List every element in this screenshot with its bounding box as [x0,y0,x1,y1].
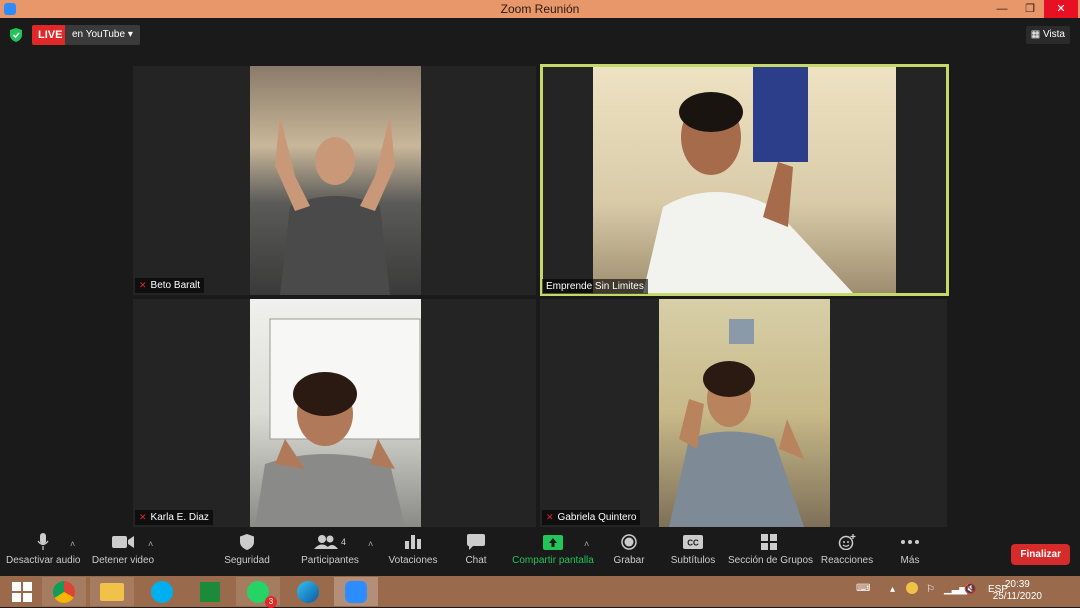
breakout-rooms-button[interactable]: Sección de Grupos [728,529,814,576]
edge-icon[interactable] [286,577,330,606]
tray-expand-icon[interactable]: ▴ [890,584,895,595]
record-label: Grabar [613,555,645,566]
participant-name: Emprende Sin Limites [546,281,644,292]
share-screen-label: Compartir pantalla [512,555,594,566]
participant-name-tag: ✕ Gabriela Quintero [542,510,641,525]
share-options-caret-icon[interactable]: ˄ [584,539,589,549]
closed-captions-icon: CC [666,529,720,555]
breakout-grid-icon [728,529,810,555]
video-options-caret-icon[interactable]: ˄ [148,539,153,549]
participant-name-tag: ✕ Beto Baralt [135,278,205,293]
skype-icon[interactable] [140,577,184,606]
stream-target-label: en YouTube [72,29,126,40]
chat-bubble-icon [456,529,496,555]
minimize-button[interactable]: — [988,0,1016,18]
participant-name-tag: ✕ Karla E. Diaz [135,510,213,525]
meeting-toolbar: Desactivar audio ˄ Detener video ˄ Segur… [0,529,1080,576]
participant-video [250,299,421,527]
store-icon[interactable] [188,577,232,606]
participant-name-tag: Emprende Sin Limites [542,279,648,294]
bar-chart-icon [386,529,440,555]
more-label: Más [900,555,920,566]
more-dots-icon [892,529,928,555]
share-screen-icon [512,529,594,555]
breakout-rooms-label: Sección de Grupos [728,555,814,566]
reactions-label: Reacciones [820,555,874,566]
mute-audio-button[interactable]: Desactivar audio [6,529,80,576]
participants-button[interactable]: 4 Participantes [300,529,360,576]
participants-icon: 4 [300,529,360,555]
meeting-topbar: LIVE en YouTube ▾ ▦ Vista [0,18,1080,52]
window-titlebar: Zoom Reunión — ❐ ✕ [0,0,1080,18]
security-label: Seguridad [224,555,270,566]
audio-options-caret-icon[interactable]: ˄ [70,539,75,549]
security-shield-icon[interactable] [10,28,22,42]
video-tile-gabriela-quintero[interactable]: ✕ Gabriela Quintero [540,299,947,527]
close-button[interactable]: ✕ [1044,0,1078,18]
clock-date: 25/11/2020 [992,591,1042,602]
whatsapp-icon[interactable]: 3 [236,577,280,608]
keyboard-icon[interactable]: ⌨ [856,583,870,594]
windows-start-icon[interactable] [0,577,44,606]
grid-icon: ▦ [1030,29,1043,40]
window-title: Zoom Reunión [500,2,580,16]
participant-name: Karla E. Diaz [150,512,209,523]
volume-muted-icon[interactable]: 🔇 [964,584,976,595]
video-camera-icon [90,529,156,555]
participant-name: Gabriela Quintero [557,512,637,523]
subtitles-label: Subtítulos [670,555,716,566]
subtitles-button[interactable]: CC Subtítulos [666,529,720,576]
polls-button[interactable]: Votaciones [386,529,440,576]
chevron-down-icon: ▾ [127,29,133,40]
participant-name: Beto Baralt [150,280,201,291]
video-tile-emprende-sin-limites[interactable]: Emprende Sin Limites [540,64,949,296]
record-button[interactable]: Grabar [610,529,648,576]
more-button[interactable]: Más [892,529,928,576]
participant-video [659,299,830,527]
file-explorer-icon[interactable] [90,577,134,606]
polls-label: Votaciones [388,555,438,566]
restore-button[interactable]: ❐ [1016,0,1044,18]
participants-options-caret-icon[interactable]: ˄ [368,539,373,549]
participant-video [593,67,896,293]
view-button[interactable]: ▦ Vista [1025,26,1070,44]
tray-app-icon[interactable] [906,582,918,597]
participants-label: Participantes [301,555,359,566]
reactions-button[interactable]: Reacciones [820,529,874,576]
participants-count: 4 [340,537,346,547]
video-tile-karla-e-diaz[interactable]: ✕ Karla E. Diaz [133,299,536,527]
stop-video-label: Detener video [91,555,155,566]
stop-video-button[interactable]: Detener video [90,529,156,576]
chat-label: Chat [465,555,487,566]
clock-time: 20:39 [1004,579,1030,590]
chat-button[interactable]: Chat [456,529,496,576]
view-label: Vista [1042,29,1065,40]
taskbar-clock[interactable]: 20:39 25/11/2020 [993,579,1042,603]
participant-video [250,66,421,295]
muted-mic-icon: ✕ [139,280,147,290]
chrome-icon[interactable] [42,577,86,606]
live-badge: LIVE [32,25,69,45]
mute-audio-label: Desactivar audio [6,555,81,566]
video-tile-beto-baralt[interactable]: ✕ Beto Baralt [133,66,536,295]
end-meeting-button[interactable]: Finalizar [1011,544,1070,565]
windows-taskbar: 3 ⌨ ▴ ⚐ ▁▃▅ 🔇 ESP 20:39 25/11/2020 [0,576,1080,608]
stream-target-dropdown[interactable]: en YouTube ▾ [65,25,140,45]
microphone-icon [6,529,80,555]
whatsapp-badge: 3 [265,595,277,608]
muted-mic-icon: ✕ [139,512,147,522]
network-icon[interactable]: ⚐ [926,584,935,595]
zoom-taskbar-icon[interactable] [334,577,378,606]
svg-text:CC: CC [687,539,699,548]
muted-mic-icon: ✕ [546,512,554,522]
shield-icon [220,529,274,555]
smiley-plus-icon [820,529,874,555]
record-icon [610,529,648,555]
security-button[interactable]: Seguridad [220,529,274,576]
share-screen-button[interactable]: Compartir pantalla [512,529,594,576]
